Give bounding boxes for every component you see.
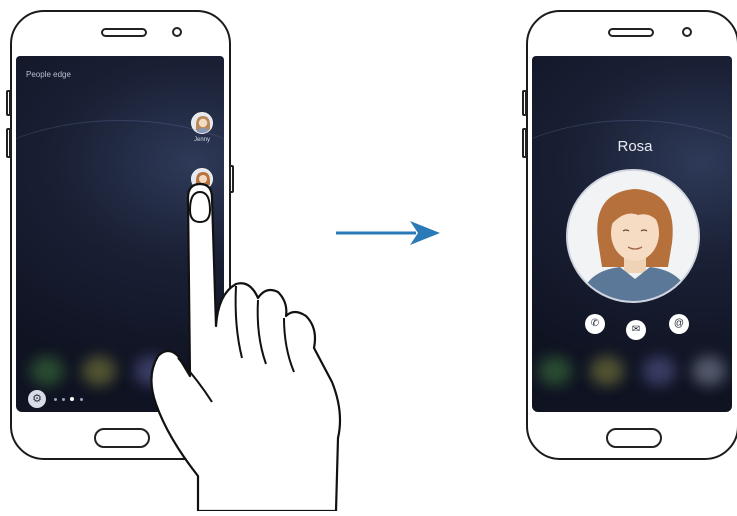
contact-photo xyxy=(566,169,700,303)
contact-avatar-jenny[interactable] xyxy=(191,112,213,134)
edge-panel-title: People edge xyxy=(26,70,71,79)
front-camera xyxy=(682,27,692,37)
earpiece xyxy=(608,28,654,37)
front-camera xyxy=(172,27,182,37)
blurred-app-shortcut xyxy=(692,356,726,386)
blurred-app-shortcut xyxy=(30,356,64,386)
earpiece xyxy=(101,28,147,37)
blurred-app-shortcut xyxy=(538,356,572,386)
message-button[interactable]: ✉ xyxy=(626,320,646,340)
hand-icon xyxy=(150,182,342,513)
page-dot[interactable] xyxy=(62,398,65,401)
volume-button xyxy=(522,90,527,116)
page-dot[interactable] xyxy=(80,398,83,401)
blurred-app-shortcut xyxy=(82,356,116,386)
contact-name: Rosa xyxy=(617,138,653,155)
page-dot-active[interactable] xyxy=(70,397,74,401)
email-button[interactable]: @ xyxy=(669,314,689,334)
message-icon: ✉ xyxy=(631,324,641,335)
volume-button xyxy=(6,128,11,158)
blurred-app-shortcut xyxy=(590,356,624,386)
call-button[interactable]: ✆ xyxy=(585,314,605,334)
contact-label-jenny: Jenny xyxy=(193,137,210,143)
right-screen: Rosa ✆ ✉ @ xyxy=(532,56,732,412)
page-dot[interactable] xyxy=(54,398,57,401)
volume-button xyxy=(6,90,11,116)
edge-settings-button[interactable]: ⚙ xyxy=(28,390,46,408)
person-portrait-icon xyxy=(568,171,698,301)
home-button[interactable] xyxy=(606,428,662,448)
person-avatar-icon xyxy=(192,113,212,133)
pointing-hand xyxy=(138,176,358,516)
blurred-app-shortcut xyxy=(642,356,676,386)
email-icon: @ xyxy=(673,318,685,329)
right-phone-frame: Rosa ✆ ✉ @ xyxy=(526,10,737,460)
volume-button xyxy=(522,128,527,158)
gear-icon: ⚙ xyxy=(32,392,42,405)
phone-icon: ✆ xyxy=(590,318,600,329)
